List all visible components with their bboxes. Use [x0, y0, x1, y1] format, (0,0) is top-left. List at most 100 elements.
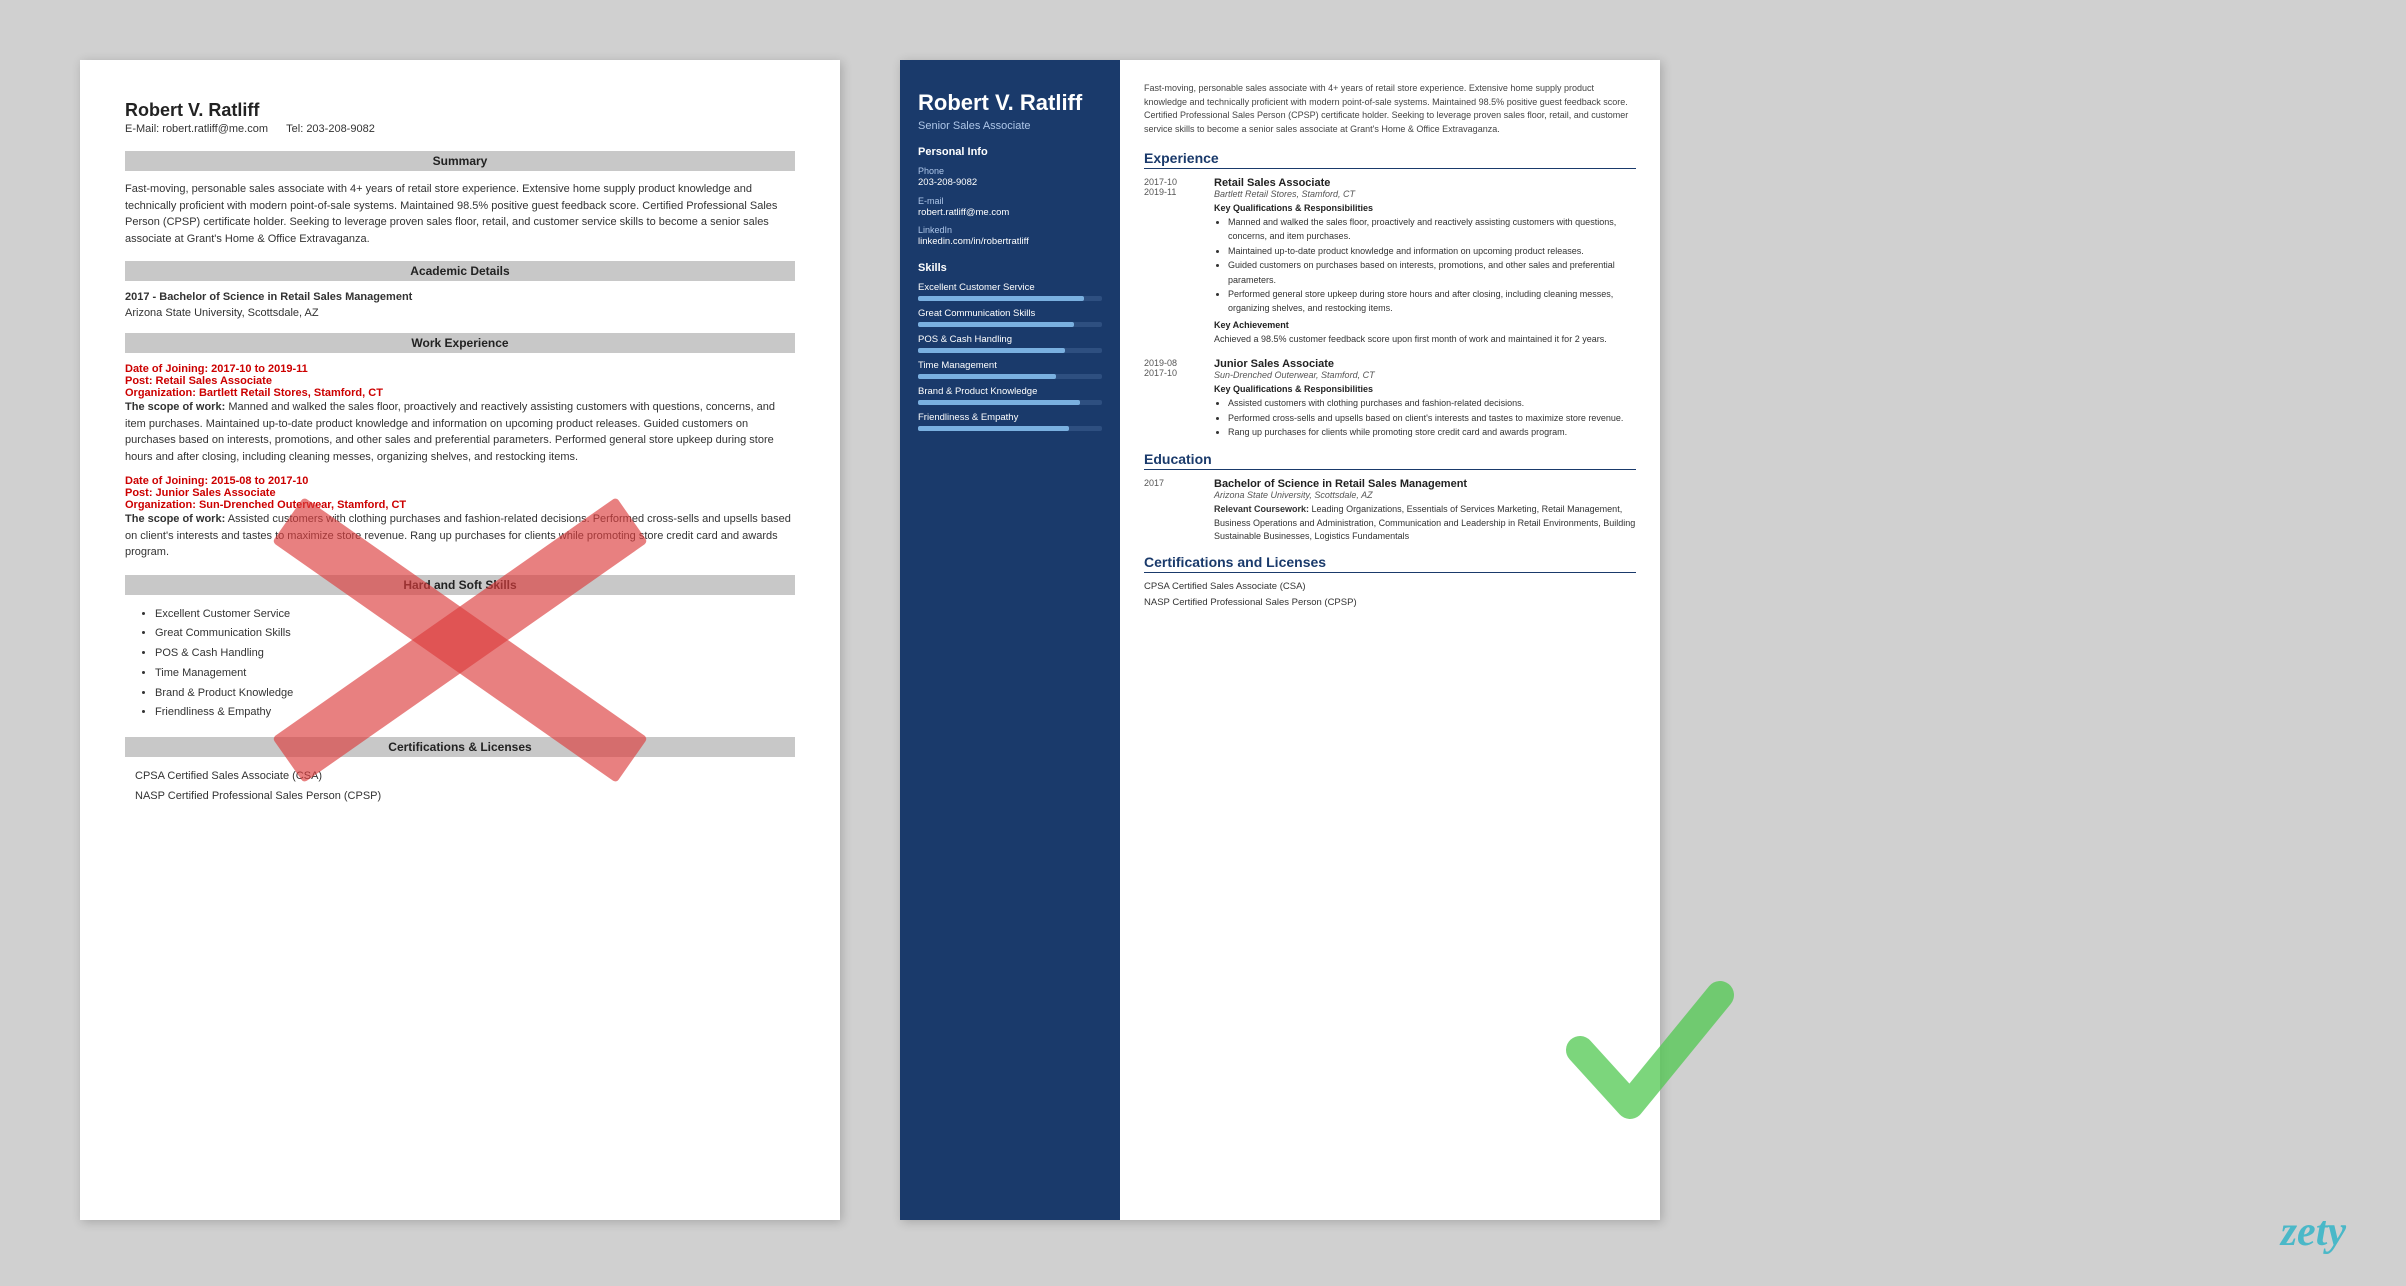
- left-work2: Date of Joining: 2015-08 to 2017-10 Post…: [125, 475, 795, 561]
- left-summary-title: Summary: [125, 151, 795, 171]
- skill-name: Brand & Product Knowledge: [918, 386, 1102, 397]
- skill-bar-fill: [918, 348, 1065, 353]
- skill-bar-bg: [918, 374, 1102, 379]
- right-email-label: E-mail: [918, 196, 1102, 206]
- right-exp-title: Experience: [1144, 150, 1636, 169]
- right-sidebar: Robert V. Ratliff Senior Sales Associate…: [900, 60, 1120, 1220]
- exp-kq-label: Key Qualifications & Responsibilities: [1214, 203, 1636, 213]
- exp-company: Sun-Drenched Outerwear, Stamford, CT: [1214, 370, 1636, 380]
- list-item: Brand & Product Knowledge: [155, 684, 795, 704]
- left-work2-scope: The scope of work: Assisted customers wi…: [125, 511, 795, 561]
- exp-body: Retail Sales AssociateBartlett Retail St…: [1214, 177, 1636, 346]
- left-work-title: Work Experience: [125, 333, 795, 353]
- left-degree: 2017 - Bachelor of Science in Retail Sal…: [125, 291, 795, 303]
- skill-bar-bg: [918, 348, 1102, 353]
- right-cert-list: CPSA Certified Sales Associate (CSA)NASP…: [1144, 581, 1636, 608]
- edu-body: Bachelor of Science in Retail Sales Mana…: [1214, 478, 1636, 544]
- list-item: Friendliness & Empathy: [155, 703, 795, 723]
- exp-title: Junior Sales Associate: [1214, 358, 1636, 370]
- skill-item: POS & Cash Handling: [918, 334, 1102, 353]
- exp-body: Junior Sales AssociateSun-Drenched Outer…: [1214, 358, 1636, 439]
- left-work2-org: Organization: Sun-Drenched Outerwear, St…: [125, 499, 795, 511]
- list-item: Rang up purchases for clients while prom…: [1228, 425, 1636, 439]
- exp-dates: 2019-08 2017-10: [1144, 358, 1204, 378]
- list-item: Assisted customers with clothing purchas…: [1228, 396, 1636, 410]
- right-education-list: 2017 Bachelor of Science in Retail Sales …: [1144, 478, 1636, 544]
- list-item: CPSA Certified Sales Associate (CSA): [1144, 581, 1636, 592]
- right-edu-title: Education: [1144, 451, 1636, 470]
- edu-school: Arizona State University, Scottsdale, AZ: [1214, 490, 1636, 500]
- left-school: Arizona State University, Scottsdale, AZ: [125, 307, 795, 319]
- left-work2-date: Date of Joining: 2015-08 to 2017-10: [125, 475, 795, 487]
- skill-bar-bg: [918, 296, 1102, 301]
- right-phone: 203-208-9082: [918, 177, 1102, 189]
- left-cert-section: Certifications & Licenses CPSA Certified…: [125, 737, 795, 807]
- page-container: Robert V. Ratliff E-Mail: robert.ratliff…: [0, 0, 2406, 1286]
- right-phone-label: Phone: [918, 166, 1102, 176]
- skill-bar-bg: [918, 400, 1102, 405]
- resume-right: Robert V. Ratliff Senior Sales Associate…: [900, 60, 1660, 1220]
- left-work-section: Work Experience Date of Joining: 2017-10…: [125, 333, 795, 561]
- skill-bar-bg: [918, 426, 1102, 431]
- left-summary-section: Summary Fast-moving, personable sales as…: [125, 151, 795, 247]
- right-skills-title: Skills: [918, 262, 1102, 274]
- right-title: Senior Sales Associate: [918, 120, 1102, 132]
- list-item: Performed cross-sells and upsells based …: [1228, 411, 1636, 425]
- list-item: Guided customers on purchases based on i…: [1228, 258, 1636, 287]
- list-item: Manned and walked the sales floor, proac…: [1228, 215, 1636, 244]
- table-row: 2019-08 2017-10 Junior Sales AssociateSun…: [1144, 358, 1636, 439]
- left-work1-org: Organization: Bartlett Retail Stores, St…: [125, 387, 795, 399]
- left-academic-title: Academic Details: [125, 261, 795, 281]
- list-item: NASP Certified Professional Sales Person…: [135, 787, 795, 807]
- left-contact: E-Mail: robert.ratliff@me.com Tel: 203-2…: [125, 123, 795, 135]
- right-experience-list: 2017-10 2019-11Retail Sales AssociateBar…: [1144, 177, 1636, 439]
- right-linkedin: linkedin.com/in/robertratliff: [918, 236, 1102, 248]
- skill-bar-fill: [918, 296, 1084, 301]
- skill-bar-fill: [918, 400, 1080, 405]
- list-item: Excellent Customer Service: [155, 605, 795, 625]
- left-name: Robert V. Ratliff: [125, 100, 795, 121]
- table-row: 2017-10 2019-11Retail Sales AssociateBar…: [1144, 177, 1636, 346]
- skill-item: Great Communication Skills: [918, 308, 1102, 327]
- left-cert-title: Certifications & Licenses: [125, 737, 795, 757]
- list-item: Maintained up-to-date product knowledge …: [1228, 244, 1636, 258]
- skill-item: Friendliness & Empathy: [918, 412, 1102, 431]
- table-row: 2017 Bachelor of Science in Retail Sales …: [1144, 478, 1636, 544]
- left-work1-date: Date of Joining: 2017-10 to 2019-11: [125, 363, 795, 375]
- left-skills-section: Hard and Soft Skills Excellent Customer …: [125, 575, 795, 724]
- right-name-block: Robert V. Ratliff Senior Sales Associate: [918, 90, 1102, 132]
- left-cert-list: CPSA Certified Sales Associate (CSA)NASP…: [125, 767, 795, 807]
- left-work2-post: Post: Junior Sales Associate: [125, 487, 795, 499]
- right-summary: Fast-moving, personable sales associate …: [1144, 82, 1636, 136]
- right-cert-title: Certifications and Licenses: [1144, 554, 1636, 573]
- right-name: Robert V. Ratliff: [918, 90, 1102, 116]
- zety-logo: zety: [2281, 1208, 2346, 1256]
- exp-company: Bartlett Retail Stores, Stamford, CT: [1214, 189, 1636, 199]
- right-skills-bars: Excellent Customer ServiceGreat Communic…: [918, 282, 1102, 431]
- left-work1-scope: The scope of work: Manned and walked the…: [125, 399, 795, 465]
- skill-item: Brand & Product Knowledge: [918, 386, 1102, 405]
- list-item: Performed general store upkeep during st…: [1228, 287, 1636, 316]
- exp-achievement-label: Key Achievement: [1214, 320, 1636, 330]
- exp-title: Retail Sales Associate: [1214, 177, 1636, 189]
- right-main: Fast-moving, personable sales associate …: [1120, 60, 1660, 1220]
- resume-left: Robert V. Ratliff E-Mail: robert.ratliff…: [80, 60, 840, 1220]
- left-summary-text: Fast-moving, personable sales associate …: [125, 181, 795, 247]
- left-skills-list: Excellent Customer ServiceGreat Communic…: [125, 605, 795, 724]
- edu-coursework: Relevant Coursework: Leading Organizatio…: [1214, 503, 1636, 544]
- list-item: CPSA Certified Sales Associate (CSA): [135, 767, 795, 787]
- right-linkedin-label: LinkedIn: [918, 225, 1102, 235]
- exp-kq-label: Key Qualifications & Responsibilities: [1214, 384, 1636, 394]
- right-email: robert.ratliff@me.com: [918, 207, 1102, 219]
- edu-degree: Bachelor of Science in Retail Sales Mana…: [1214, 478, 1636, 490]
- list-item: Time Management: [155, 664, 795, 684]
- list-item: POS & Cash Handling: [155, 644, 795, 664]
- left-work1-post: Post: Retail Sales Associate: [125, 375, 795, 387]
- left-academic-section: Academic Details 2017 - Bachelor of Scie…: [125, 261, 795, 319]
- skill-name: Time Management: [918, 360, 1102, 371]
- edu-year: 2017: [1144, 478, 1204, 488]
- exp-achievement-text: Achieved a 98.5% customer feedback score…: [1214, 332, 1636, 346]
- exp-bullets: Manned and walked the sales floor, proac…: [1214, 215, 1636, 316]
- skill-name: Friendliness & Empathy: [918, 412, 1102, 423]
- skill-name: POS & Cash Handling: [918, 334, 1102, 345]
